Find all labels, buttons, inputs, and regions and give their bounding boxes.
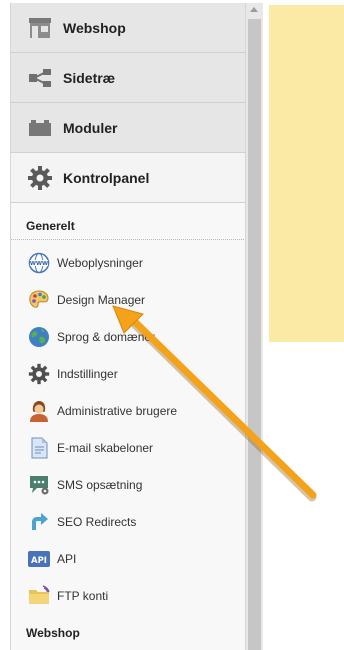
list-item-label: SEO Redirects	[57, 514, 137, 529]
list-item-sprog-domaener[interactable]: Sprog & domæner	[11, 318, 246, 355]
list-item-weboplysninger[interactable]: WWW Weboplysninger	[11, 244, 246, 281]
list-item-label: Design Manager	[57, 292, 146, 307]
list-item-label: SMS opsætning	[57, 477, 143, 492]
list-item-ftp-konti[interactable]: FTP konti	[11, 577, 246, 614]
list-item-label: Indstillinger	[57, 366, 118, 381]
shop-icon	[27, 15, 53, 41]
palette-icon	[28, 289, 50, 311]
www-globe-icon: WWW	[28, 252, 50, 274]
nav-label: Kontrolpanel	[63, 169, 150, 186]
list-item-email-skabeloner[interactable]: E-mail skabeloner	[11, 429, 246, 466]
list-item-sms-opsaetning[interactable]: SMS opsætning	[11, 466, 246, 503]
sidebar-scrollbar[interactable]	[245, 3, 263, 650]
nav-label: Moduler	[63, 119, 118, 136]
scrollbar-thumb[interactable]	[248, 19, 261, 650]
gear-icon	[27, 165, 53, 191]
list-item-label: E-mail skabeloner	[57, 440, 154, 455]
nav-item-moduler[interactable]: Moduler	[11, 103, 246, 153]
nav-label: Sidetræ	[63, 69, 116, 86]
section-title-webshop: Webshop	[26, 626, 80, 640]
svg-text:WWW: WWW	[30, 261, 48, 267]
content-panel	[269, 342, 344, 650]
nav-item-sidetrae[interactable]: Sidetræ	[11, 53, 246, 103]
sitemap-icon	[27, 65, 53, 91]
list-item-label: Administrative brugere	[57, 403, 178, 418]
list-item-administrative-brugere[interactable]: Administrative brugere	[11, 392, 246, 429]
section-title-generelt: Generelt	[11, 203, 244, 240]
list-item-seo-redirects[interactable]: SEO Redirects	[11, 503, 246, 540]
redirect-arrow-icon	[28, 511, 50, 533]
list-item-label: FTP konti	[57, 588, 109, 603]
svg-text:API: API	[31, 556, 47, 566]
document-icon	[28, 437, 50, 459]
sidebar: Webshop Sidetræ Moduler Kontrolpanel Gen…	[10, 3, 247, 650]
list-item-label: Weboplysninger	[57, 255, 143, 270]
list-item-label: Sprog & domæner	[57, 329, 156, 344]
settings-gear-icon	[28, 363, 50, 385]
nav-item-kontrolpanel[interactable]: Kontrolpanel	[11, 153, 246, 203]
folder-icon	[28, 584, 50, 607]
sms-chat-icon	[28, 474, 50, 496]
list-item-indstillinger[interactable]: Indstillinger	[11, 355, 246, 392]
list-item-api[interactable]: API API	[11, 540, 246, 577]
user-avatar-icon	[28, 400, 50, 422]
modules-icon	[27, 115, 53, 141]
globe-icon	[28, 326, 50, 348]
scroll-up-arrow-icon[interactable]	[250, 7, 258, 12]
list-item-label: API	[57, 551, 77, 566]
content-panel-yellow	[269, 5, 344, 342]
settings-list: WWW Weboplysninger Design Manager Sprog …	[11, 240, 246, 614]
list-item-design-manager[interactable]: Design Manager	[11, 281, 246, 318]
api-icon: API	[28, 548, 50, 570]
nav-label: Webshop	[63, 19, 126, 36]
nav-item-webshop[interactable]: Webshop	[11, 3, 246, 53]
